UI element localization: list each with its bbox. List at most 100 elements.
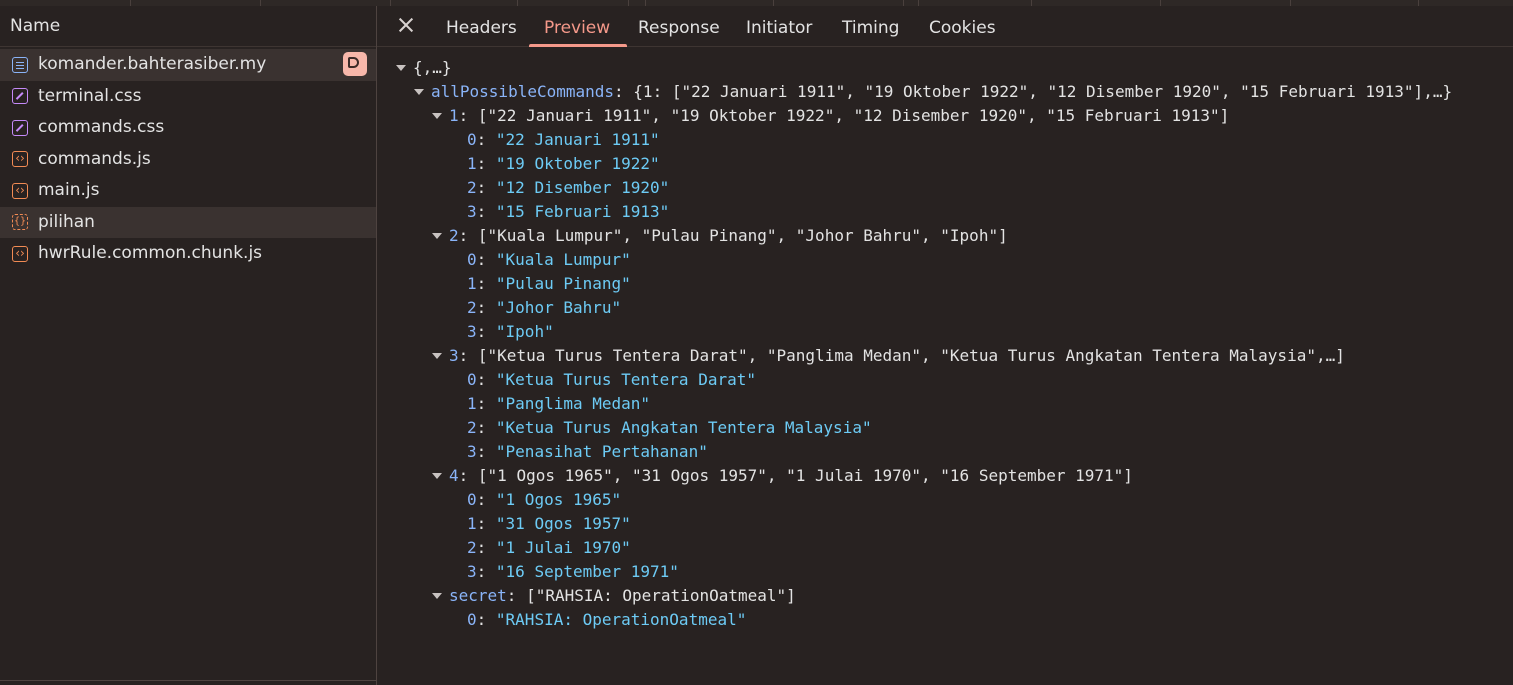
tree-string-value: "15 Februari 1913" (495, 202, 670, 221)
tree-token: : (476, 154, 496, 173)
tree-string-value: "19 Oktober 1922" (495, 154, 660, 173)
expand-triangle-icon[interactable] (432, 473, 442, 479)
tree-string-value: "22 Januari 1911" (495, 130, 660, 149)
tree-line[interactable]: 4: ["1 Ogos 1965", "31 Ogos 1957", "1 Ju… (449, 464, 1133, 488)
tree-string-value: "Pulau Pinang" (495, 274, 631, 293)
tab-timing[interactable]: Timing (842, 6, 899, 46)
tree-line: 1: "Pulau Pinang" (467, 272, 631, 296)
expand-triangle-icon[interactable] (432, 353, 442, 359)
tree-token: : (476, 130, 496, 149)
tree-key: 2 (449, 226, 459, 245)
tree-token: : (506, 586, 527, 605)
tree-line: 2: "Johor Bahru" (467, 296, 621, 320)
tree-line: 2: "1 Julai 1970" (467, 536, 631, 560)
request-row[interactable]: komander.bahterasiber.my (0, 49, 376, 81)
tree-token: 2 (467, 538, 477, 557)
tree-summary: ["22 Januari 1911", "19 Oktober 1922", "… (477, 106, 1230, 125)
details-panel: Headers Preview Response Initiator Timing Coo… (377, 6, 1513, 685)
tree-token: 2 (467, 418, 477, 437)
js-icon (12, 238, 28, 268)
tree-token: 1 (467, 394, 477, 413)
tree-token: 1 (467, 274, 477, 293)
tree-token: : (476, 562, 496, 581)
tree-token: : (614, 82, 634, 101)
request-name: commands.js (38, 148, 151, 169)
tree-token: : (458, 226, 478, 245)
request-row[interactable]: pilihan (0, 206, 376, 238)
expand-triangle-icon[interactable] (414, 89, 424, 95)
js-icon (12, 175, 28, 205)
tree-token: : (476, 178, 496, 197)
doc-icon (12, 56, 28, 73)
tree-line: 3: "Penasihat Pertahanan" (467, 440, 708, 464)
tree-key: 3 (449, 346, 459, 365)
tree-token: 2 (467, 178, 477, 197)
tree-token: : (476, 370, 496, 389)
tree-line: 3: "16 September 1971" (467, 560, 679, 584)
tree-line: 3: "15 Februari 1913" (467, 200, 669, 224)
tree-line: 0: "Ketua Turus Tentera Darat" (467, 368, 756, 392)
tree-string-value: "1 Ogos 1965" (495, 490, 622, 509)
js-icon (12, 143, 28, 173)
ai-assistance-icon[interactable] (343, 52, 367, 76)
tree-token: : (458, 106, 478, 125)
close-icon[interactable] (395, 14, 417, 36)
tab-headers[interactable]: Headers (446, 6, 517, 46)
expand-triangle-icon[interactable] (396, 65, 406, 71)
request-name: main.js (38, 180, 100, 200)
tree-line: 0: "22 Januari 1911" (467, 128, 660, 152)
tree-token: 3 (467, 442, 477, 461)
request-list-panel: Name komander.bahterasiber.my terminal.cs… (0, 6, 377, 685)
tree-token: 0 (467, 370, 477, 389)
tree-token: 0 (467, 490, 477, 509)
tree-token: 0 (467, 250, 477, 269)
tab-cookies[interactable]: Cookies (929, 6, 996, 46)
tree-line[interactable]: 1: ["22 Januari 1911", "19 Oktober 1922"… (449, 104, 1229, 128)
tab-preview[interactable]: Preview (528, 6, 628, 47)
tree-token: 3 (467, 322, 477, 341)
request-row[interactable]: commands.css (0, 112, 376, 144)
tree-line: 0: "Kuala Lumpur" (467, 248, 631, 272)
tree-line: 2: "Ketua Turus Angkatan Tentera Malaysi… (467, 416, 872, 440)
tree-root: {,…} (413, 58, 452, 77)
name-column-header[interactable]: Name (0, 6, 376, 47)
tree-line[interactable]: {,…} (413, 56, 452, 80)
tree-token: 0 (467, 130, 477, 149)
tree-key: 1 (449, 106, 459, 125)
tree-string-value: "Ipoh" (495, 322, 554, 341)
tree-string-value: "12 Disember 1920" (495, 178, 670, 197)
request-row[interactable]: commands.js (0, 143, 376, 176)
request-name: commands.css (38, 117, 165, 137)
tree-summary: ["1 Ogos 1965", "31 Ogos 1957", "1 Julai… (477, 466, 1133, 485)
tree-string-value: "16 September 1971" (495, 562, 679, 581)
tree-token: 2 (467, 298, 477, 317)
tree-line[interactable]: 3: ["Ketua Turus Tentera Darat", "Pangli… (449, 344, 1345, 368)
tab-initiator[interactable]: Initiator (746, 6, 812, 46)
request-name: hwrRule.common.chunk.js (38, 243, 263, 263)
expand-triangle-icon[interactable] (432, 233, 442, 239)
tree-line[interactable]: allPossibleCommands: {1: ["22 Januari 19… (431, 80, 1452, 104)
tree-key: 4 (449, 466, 459, 485)
tree-line[interactable]: 2: ["Kuala Lumpur", "Pulau Pinang", "Joh… (449, 224, 1008, 248)
tree-string-value: "RAHSIA: OperationOatmeal" (495, 610, 747, 629)
tab-response[interactable]: Response (638, 6, 720, 46)
tree-token: : (476, 298, 496, 317)
tree-summary: ["RAHSIA: OperationOatmeal"] (526, 586, 796, 605)
expand-triangle-icon[interactable] (432, 593, 442, 599)
css-icon (12, 88, 28, 105)
request-row[interactable]: hwrRule.common.chunk.js (0, 238, 376, 270)
request-row[interactable]: terminal.css (0, 81, 376, 113)
tree-line: 0: "1 Ogos 1965" (467, 488, 621, 512)
expand-triangle-icon[interactable] (432, 113, 442, 119)
tree-line: 0: "RAHSIA: OperationOatmeal" (467, 608, 746, 632)
tree-token: : (476, 610, 496, 629)
tree-token: : (476, 202, 496, 221)
tree-line: 2: "12 Disember 1920" (467, 176, 669, 200)
tree-token: : (476, 538, 496, 557)
request-row[interactable]: main.js (0, 175, 376, 207)
tree-key: allPossibleCommands (431, 82, 615, 101)
tree-summary: ["Ketua Turus Tentera Darat", "Panglima … (477, 346, 1345, 365)
tree-line[interactable]: secret: ["RAHSIA: OperationOatmeal"] (449, 584, 796, 608)
details-tabbar: Headers Preview Response Initiator Timing Coo… (377, 6, 1513, 47)
tree-string-value: "Johor Bahru" (495, 298, 622, 317)
